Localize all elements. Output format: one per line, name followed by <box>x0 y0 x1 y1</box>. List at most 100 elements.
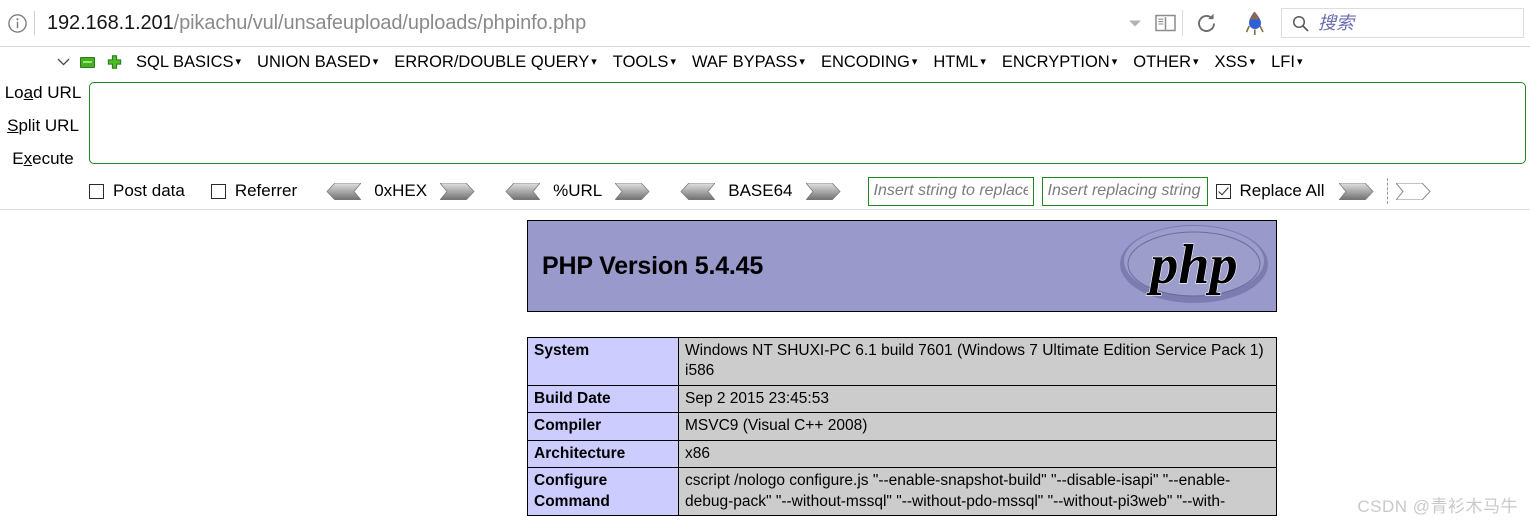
menu-xss[interactable]: XSS ▾ <box>1215 53 1256 72</box>
row-value: Sep 2 2015 23:45:53 <box>678 384 1277 414</box>
menu-label: ERROR/DOUBLE QUERY <box>394 52 590 71</box>
menu-label: WAF BYPASS <box>691 52 798 71</box>
replace-all-checkbox[interactable]: Replace All <box>1215 181 1325 201</box>
row-value: Windows NT SHUXI-PC 6.1 build 7601 (Wind… <box>678 337 1277 386</box>
browser-search-box[interactable] <box>1281 8 1524 38</box>
menu-label: HTML <box>933 52 979 71</box>
search-input[interactable] <box>1318 12 1498 34</box>
chevron-down-icon: ▾ <box>1111 55 1118 68</box>
menu-html[interactable]: HTML ▾ <box>933 53 985 72</box>
row-value: cscript /nologo configure.js "--enable-s… <box>678 467 1277 517</box>
url-input[interactable]: 192.168.1.201/pikachu/vul/unsafeupload/u… <box>35 12 1122 35</box>
menu-label: LFI <box>1271 52 1295 71</box>
url-label: %URL <box>553 181 603 200</box>
svg-text:php: php <box>1146 234 1237 296</box>
table-row: Build Date Sep 2 2015 23:45:53 <box>527 384 1277 414</box>
hackbar-panel: Load URL Split URL Execute Post data Ref… <box>0 78 1530 210</box>
btn-text: ecute <box>32 149 74 168</box>
base64-label: BASE64 <box>728 181 793 200</box>
info-circle-icon[interactable] <box>0 13 34 34</box>
base64-decode-left-arrow-icon[interactable] <box>677 182 717 200</box>
url-path: /pikachu/vul/unsafeupload/uploads/phpinf… <box>173 11 587 34</box>
chevron-down-icon: ▾ <box>372 55 379 68</box>
replace-secondary-right-arrow-icon[interactable] <box>1394 182 1434 200</box>
chevron-down-icon: ▾ <box>1193 55 1199 68</box>
browser-address-bar: 192.168.1.201/pikachu/vul/unsafeupload/u… <box>0 0 1530 47</box>
browser-window: 192.168.1.201/pikachu/vul/unsafeupload/u… <box>0 0 1530 527</box>
chevron-down-icon[interactable] <box>1122 19 1148 28</box>
menu-tools[interactable]: TOOLS ▾ <box>613 53 676 72</box>
menu-encoding[interactable]: ENCODING ▾ <box>821 53 917 72</box>
btn-text: E <box>12 149 24 168</box>
phpinfo-page: PHP Version 5.4.45 php System Windows NT… <box>0 210 1530 527</box>
url-decode-left-arrow-icon[interactable] <box>502 182 541 200</box>
menu-encryption[interactable]: ENCRYPTION ▾ <box>1002 53 1117 72</box>
replace-search-input[interactable] <box>867 176 1034 206</box>
base64-converter-group: BASE64 <box>677 181 843 201</box>
chevron-down-icon: ▾ <box>670 55 676 68</box>
menu-union-based[interactable]: UNION BASED ▾ <box>257 53 378 72</box>
url-converter-group: %URL <box>502 181 653 201</box>
row-key: Architecture <box>527 439 679 469</box>
row-key: Configure Command <box>527 467 679 517</box>
btn-accesskey: S <box>7 116 19 135</box>
replace-all-label: Replace All <box>1239 181 1325 200</box>
row-value: MSVC9 (Visual C++ 2008) <box>678 412 1277 441</box>
menu-sql-basics[interactable]: SQL BASICS ▾ <box>136 53 241 72</box>
chevron-down-icon: ▾ <box>235 55 242 68</box>
hex-converter-group: 0xHEX <box>323 181 478 201</box>
phpinfo-table: System Windows NT SHUXI-PC 6.1 build 760… <box>527 337 1277 517</box>
table-row: Configure Command cscript /nologo config… <box>527 467 1277 517</box>
green-plus-icon[interactable] <box>107 54 122 70</box>
chevron-down-icon: ▾ <box>1249 55 1256 68</box>
reload-icon[interactable] <box>1183 12 1229 35</box>
search-icon <box>1282 15 1318 32</box>
chevron-down-icon: ▾ <box>980 55 986 68</box>
options-dashed-divider <box>1386 178 1388 204</box>
checkbox-box <box>1215 183 1231 199</box>
chevron-down-icon: ▾ <box>1296 55 1303 68</box>
green-minus-icon[interactable] <box>80 56 95 68</box>
replace-with-input[interactable] <box>1041 176 1208 206</box>
hackbar-url-textarea[interactable] <box>89 82 1526 164</box>
hackbar-toggle-chevron-down-icon[interactable] <box>56 58 70 66</box>
menu-lfi[interactable]: LFI ▾ <box>1271 53 1302 72</box>
referrer-checkbox[interactable]: Referrer <box>210 181 298 201</box>
url-encode-right-arrow-icon[interactable] <box>614 182 653 200</box>
php-logo-icon: php <box>1118 223 1270 310</box>
load-url-button[interactable]: Load URL <box>5 83 82 103</box>
table-row: System Windows NT SHUXI-PC 6.1 build 760… <box>527 337 1277 386</box>
execute-button[interactable]: Execute <box>12 149 73 169</box>
menu-label: OTHER <box>1133 52 1192 71</box>
row-key: Compiler <box>527 412 679 441</box>
btn-text: Lo <box>4 83 24 102</box>
menu-other[interactable]: OTHER ▾ <box>1133 53 1198 72</box>
menu-label: ENCODING <box>820 52 910 71</box>
hackbar-menu-bar: SQL BASICS ▾ UNION BASED ▾ ERROR/DOUBLE QU… <box>0 48 1530 76</box>
chevron-down-icon: ▾ <box>911 55 918 68</box>
checkbox-box <box>210 183 226 199</box>
csdn-watermark: CSDN @青衫木马牛 <box>1357 497 1518 516</box>
hex-decode-left-arrow-icon[interactable] <box>323 182 363 200</box>
btn-text: plit URL <box>18 116 79 135</box>
reader-view-icon[interactable] <box>1148 14 1182 32</box>
split-url-button[interactable]: Split URL <box>7 116 79 136</box>
menu-label: TOOLS <box>612 52 669 71</box>
row-value: x86 <box>678 439 1277 469</box>
hackbar-options-row: Post data Referrer 0xHEX %URL BASE64 Ins… <box>89 174 1526 208</box>
post-data-label: Post data <box>113 181 185 200</box>
php-version-title: PHP Version 5.4.45 <box>542 251 764 280</box>
replace-apply-right-arrow-icon[interactable] <box>1337 182 1377 200</box>
hackbar-extension-icon[interactable] <box>1229 10 1281 36</box>
menu-waf-bypass[interactable]: WAF BYPASS ▾ <box>692 53 805 72</box>
base64-encode-right-arrow-icon[interactable] <box>804 182 844 200</box>
hex-label: 0xHEX <box>374 181 428 200</box>
btn-text: d URL <box>33 83 82 102</box>
post-data-checkbox[interactable]: Post data <box>89 181 185 201</box>
checkbox-box <box>89 183 104 199</box>
phpinfo-header-banner: PHP Version 5.4.45 php <box>527 220 1277 312</box>
menu-error-double-query[interactable]: ERROR/DOUBLE QUERY ▾ <box>394 53 597 72</box>
menu-label: SQL BASICS <box>136 52 234 71</box>
hex-encode-right-arrow-icon[interactable] <box>439 182 478 200</box>
referrer-label: Referrer <box>234 181 298 200</box>
